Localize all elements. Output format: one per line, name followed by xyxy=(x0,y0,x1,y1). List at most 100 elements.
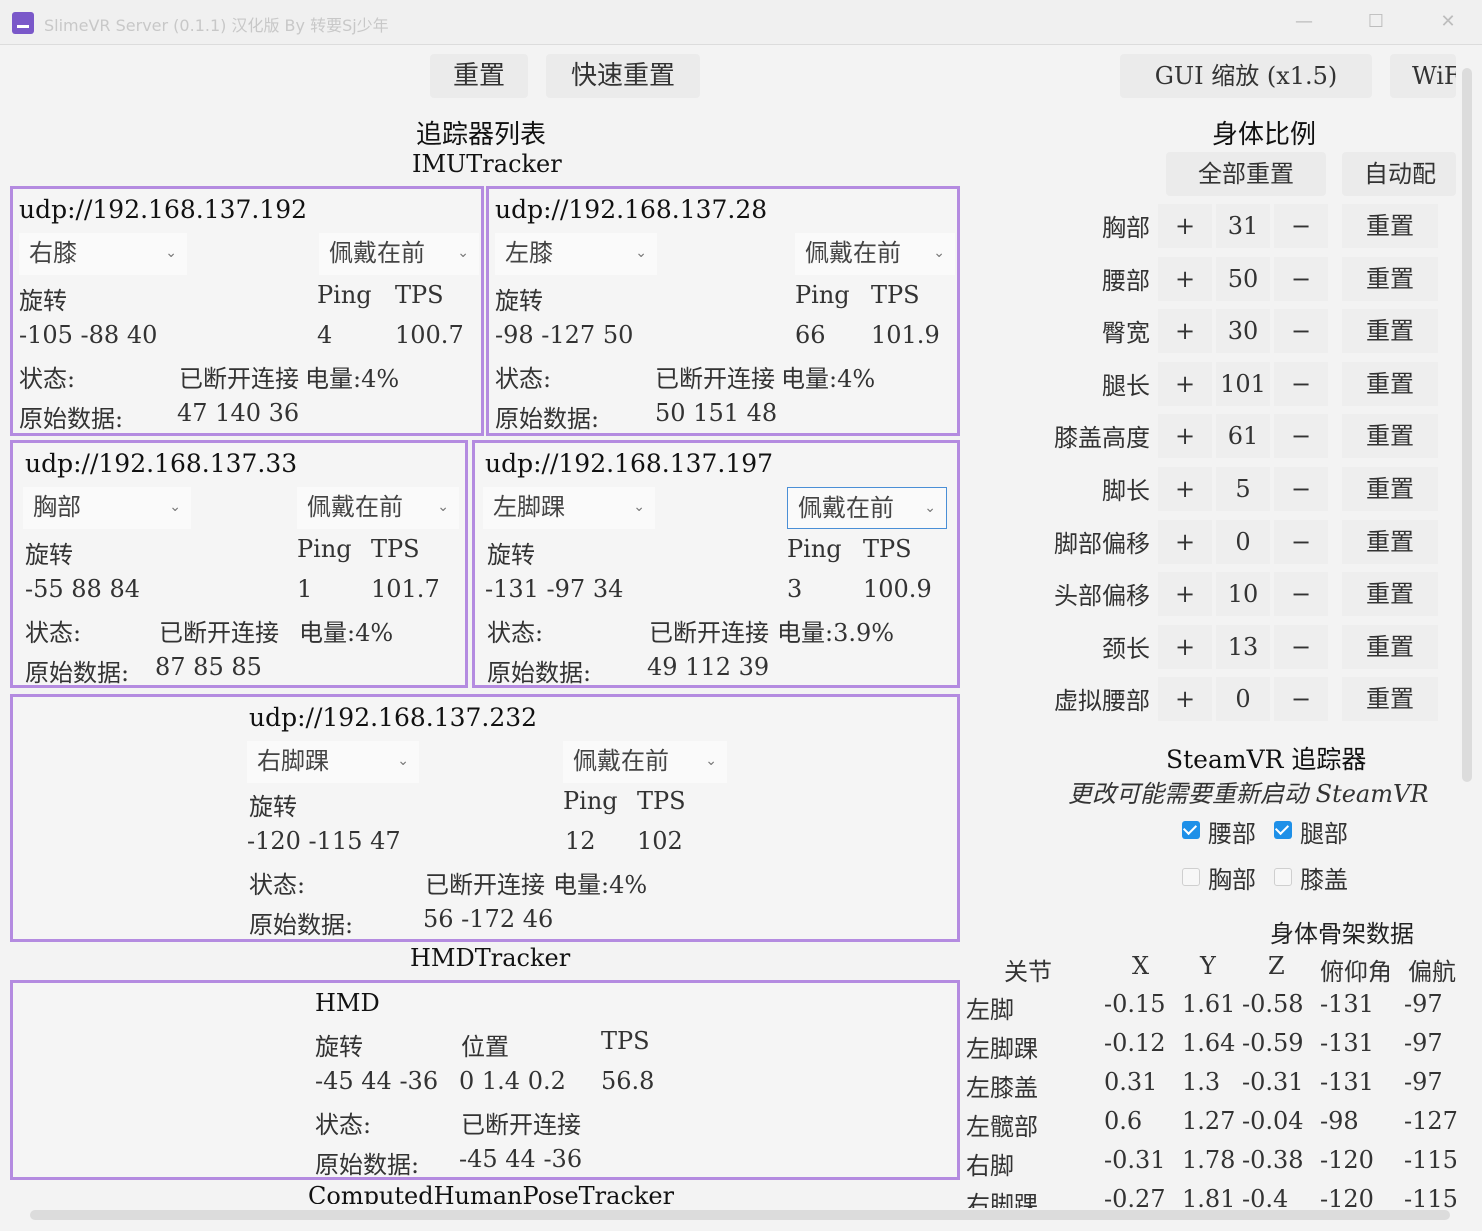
legs-checkbox[interactable] xyxy=(1274,821,1292,839)
decrease-button[interactable]: − xyxy=(1274,309,1328,353)
proportion-reset-button[interactable]: 重置 xyxy=(1342,625,1438,669)
tracker-address: udp://192.168.137.197 xyxy=(485,449,774,478)
body-part-value: 右膝 xyxy=(29,239,77,267)
decrease-button[interactable]: − xyxy=(1274,572,1328,616)
tracker-panel: udp://192.168.137.33 胸部 ⌄ 佩戴在前 ⌄ 旋转 Ping T… xyxy=(10,440,468,688)
increase-button[interactable]: + xyxy=(1158,467,1212,511)
increase-button[interactable]: + xyxy=(1158,520,1212,564)
proportion-reset-button[interactable]: 重置 xyxy=(1342,257,1438,301)
raw-value: 87 85 85 xyxy=(155,653,262,681)
close-icon[interactable]: ✕ xyxy=(1436,10,1460,34)
mount-select[interactable]: 佩戴在前 ⌄ xyxy=(319,233,479,275)
raw-value: -45 44 -36 xyxy=(459,1145,583,1173)
skeleton-cell: 1.27 xyxy=(1182,1107,1236,1135)
skeleton-cell: -98 xyxy=(1320,1107,1359,1135)
proportion-label: 臀宽 xyxy=(1102,319,1150,347)
decrease-button[interactable]: − xyxy=(1274,467,1328,511)
proportion-reset-button[interactable]: 重置 xyxy=(1342,362,1438,406)
increase-button[interactable]: + xyxy=(1158,362,1212,406)
app-icon xyxy=(12,12,34,34)
window-title: SlimeVR Server (0.1.1) 汉化版 By 转要Sj少年 xyxy=(44,16,389,35)
skeleton-cell: -97 xyxy=(1404,990,1443,1018)
mount-select[interactable]: 佩戴在前 ⌄ xyxy=(297,487,459,529)
ping-label: Ping xyxy=(563,787,618,815)
raw-value: 47 140 36 xyxy=(177,399,300,427)
proportion-reset-button[interactable]: 重置 xyxy=(1342,414,1438,458)
skeleton-cell: -120 xyxy=(1320,1185,1374,1208)
tps-value: 56.8 xyxy=(601,1067,655,1095)
decrease-button[interactable]: − xyxy=(1274,204,1328,248)
mount-select[interactable]: 佩戴在前 ⌄ xyxy=(795,233,955,275)
skeleton-joint: 左脚踝 xyxy=(966,1035,1038,1063)
increase-button[interactable]: + xyxy=(1158,625,1212,669)
decrease-button[interactable]: − xyxy=(1274,520,1328,564)
mount-select[interactable]: 佩戴在前 ⌄ xyxy=(563,741,727,783)
proportion-label: 颈长 xyxy=(1102,635,1150,663)
status-label: 状态: xyxy=(315,1111,372,1139)
body-part-select[interactable]: 左膝 ⌄ xyxy=(495,233,657,275)
proportion-reset-button[interactable]: 重置 xyxy=(1342,204,1438,248)
horizontal-scrollbar[interactable] xyxy=(30,1210,1450,1220)
increase-button[interactable]: + xyxy=(1158,204,1212,248)
minimize-icon[interactable]: — xyxy=(1292,10,1316,34)
skeleton-cell: -97 xyxy=(1404,1029,1443,1057)
ping-value: 3 xyxy=(787,575,803,603)
skeleton-cell: -120 xyxy=(1320,1146,1374,1174)
reset-button[interactable]: 重置 xyxy=(430,54,528,98)
proportion-value: 0 xyxy=(1216,520,1270,564)
skeleton-cell: -0.15 xyxy=(1104,990,1166,1018)
increase-button[interactable]: + xyxy=(1158,414,1212,458)
waist-checkbox[interactable] xyxy=(1182,821,1200,839)
proportion-reset-button[interactable]: 重置 xyxy=(1342,309,1438,353)
body-part-select[interactable]: 左脚踝 ⌄ xyxy=(483,487,655,529)
proportion-reset-button[interactable]: 重置 xyxy=(1342,467,1438,511)
skeleton-joint: 左脚 xyxy=(966,996,1014,1024)
decrease-button[interactable]: − xyxy=(1274,677,1328,721)
chevron-down-icon: ⌄ xyxy=(705,753,717,769)
status-value: 已断开连接 xyxy=(649,619,769,647)
maximize-icon[interactable]: ☐ xyxy=(1364,10,1388,34)
decrease-button[interactable]: − xyxy=(1274,257,1328,301)
ping-value: 4 xyxy=(317,321,333,349)
increase-button[interactable]: + xyxy=(1158,309,1212,353)
skeleton-cell: 0.6 xyxy=(1104,1107,1143,1135)
gui-scale-button[interactable]: GUI 缩放 (x1.5) xyxy=(1120,54,1372,98)
skeleton-cell: -0.31 xyxy=(1104,1146,1166,1174)
raw-label: 原始数据: xyxy=(315,1151,420,1179)
waist-checkbox-label: 腰部 xyxy=(1208,820,1256,848)
tracker-address: udp://192.168.137.28 xyxy=(495,195,768,224)
chevron-down-icon: ⌄ xyxy=(635,245,647,261)
proportion-value: 50 xyxy=(1216,257,1270,301)
skeleton-column-header: X xyxy=(1132,952,1150,980)
rotation-value: -98 -127 50 xyxy=(495,321,634,349)
skeleton-column-header: Y xyxy=(1200,952,1216,980)
body-part-select[interactable]: 右膝 ⌄ xyxy=(19,233,187,275)
decrease-button[interactable]: − xyxy=(1274,414,1328,458)
reset-all-button[interactable]: 全部重置 xyxy=(1166,152,1326,196)
chest-checkbox[interactable] xyxy=(1182,868,1200,886)
body-part-value: 右脚踝 xyxy=(257,747,329,775)
skeleton-column-header: Z xyxy=(1268,952,1285,980)
knees-checkbox[interactable] xyxy=(1274,868,1292,886)
increase-button[interactable]: + xyxy=(1158,257,1212,301)
body-part-select[interactable]: 右脚踝 ⌄ xyxy=(247,741,419,783)
proportion-reset-button[interactable]: 重置 xyxy=(1342,677,1438,721)
tracker-address: udp://192.168.137.33 xyxy=(25,449,298,478)
proportion-reset-button[interactable]: 重置 xyxy=(1342,520,1438,564)
wifi-button[interactable]: WiF xyxy=(1390,54,1456,98)
mount-select[interactable]: 佩戴在前 ⌄ xyxy=(787,487,947,529)
status-label: 状态: xyxy=(249,871,306,899)
skeleton-cell: -131 xyxy=(1320,1068,1374,1096)
decrease-button[interactable]: − xyxy=(1274,625,1328,669)
body-part-select[interactable]: 胸部 ⌄ xyxy=(23,487,191,529)
increase-button[interactable]: + xyxy=(1158,677,1212,721)
skeleton-cell: -0.27 xyxy=(1104,1185,1166,1208)
increase-button[interactable]: + xyxy=(1158,572,1212,616)
auto-config-button[interactable]: 自动配置 xyxy=(1342,152,1456,196)
decrease-button[interactable]: − xyxy=(1274,362,1328,406)
vertical-scrollbar[interactable] xyxy=(1462,68,1472,782)
skeleton-cell: -127 xyxy=(1404,1107,1458,1135)
proportion-reset-button[interactable]: 重置 xyxy=(1342,572,1438,616)
status-value: 已断开连接 xyxy=(425,871,545,899)
fast-reset-button[interactable]: 快速重置 xyxy=(546,54,700,98)
